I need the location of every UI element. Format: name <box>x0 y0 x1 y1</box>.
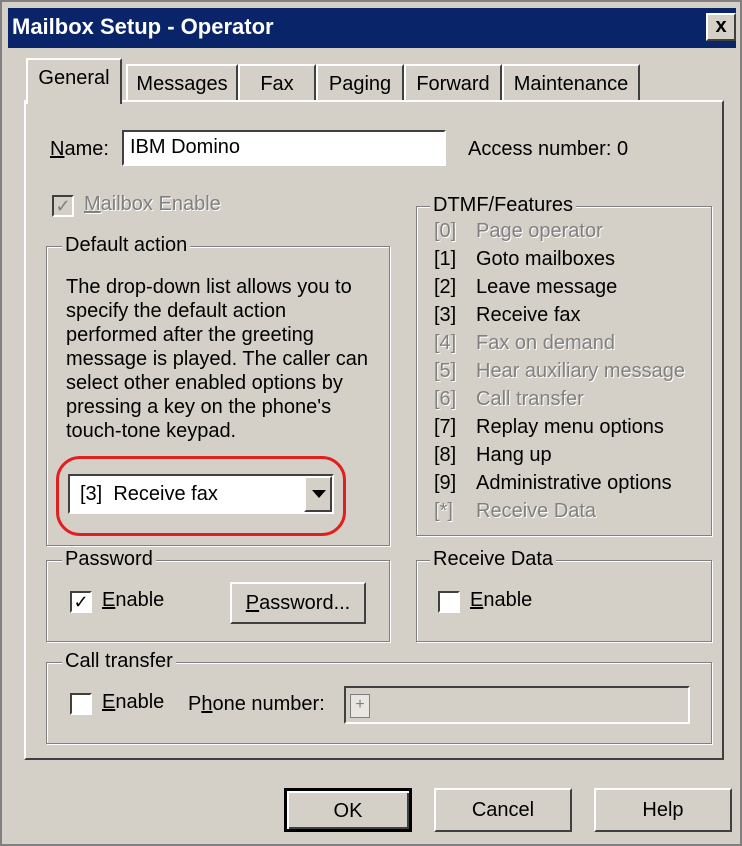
dtmf-label: Call transfer <box>476 388 584 410</box>
dtmf-label: Goto mailboxes <box>476 248 615 270</box>
cancel-button[interactable]: Cancel <box>434 788 572 832</box>
default-action-description-2: specify the default action <box>66 300 287 322</box>
dtmf-item: [5] Hear auxiliary message <box>434 360 685 383</box>
receive-data-group-label: Receive Data <box>430 548 557 571</box>
tab-fax[interactable]: Fax <box>238 64 316 102</box>
tab-messages[interactable]: Messages <box>126 64 238 102</box>
dtmf-label: Hear auxiliary message <box>476 360 685 382</box>
call-transfer-group-label: Call transfer <box>62 650 176 673</box>
dtmf-label: Leave message <box>476 276 618 298</box>
receive-data-enable-checkbox[interactable] <box>438 591 460 613</box>
plus-icon: + <box>350 694 370 718</box>
title-bar: Mailbox Setup - Operator x <box>8 8 736 48</box>
default-action-description-1: The drop-down list allows you to <box>66 276 352 298</box>
dtmf-label: Replay menu options <box>476 416 664 438</box>
dtmf-key: [8] <box>434 444 457 466</box>
dtmf-item: [6] Call transfer <box>434 388 584 411</box>
mailbox-enable-label: Mailbox Enable <box>84 193 221 215</box>
dtmf-label: Hang up <box>476 444 552 466</box>
dtmf-item: [4] Fax on demand <box>434 332 615 355</box>
dtmf-item: [9] Administrative options <box>434 472 672 495</box>
dtmf-key: [1] <box>434 248 457 270</box>
help-button[interactable]: Help <box>594 788 732 832</box>
access-number: Access number: 0 <box>468 138 629 160</box>
default-action-description-6: pressing a key on the phone's <box>66 396 332 418</box>
close-button[interactable]: x <box>706 13 736 41</box>
dtmf-key: [2] <box>434 276 457 298</box>
default-action-description-3: performed after the greeting <box>66 324 314 346</box>
call-transfer-enable-checkbox[interactable] <box>70 693 92 715</box>
window-title: Mailbox Setup - Operator <box>12 14 274 39</box>
mailbox-setup-dialog: Mailbox Setup - Operator x General Messa… <box>0 0 742 846</box>
password-enable-checkbox[interactable]: ✓ <box>70 591 92 613</box>
dtmf-item: [*] Receive Data <box>434 500 596 523</box>
dtmf-item: [3] Receive fax <box>434 304 581 327</box>
dtmf-key: [9] <box>434 472 457 494</box>
dtmf-label: Receive Data <box>476 500 597 522</box>
dtmf-item: [0] Page operator <box>434 220 603 243</box>
dtmf-item: [1] Goto mailboxes <box>434 248 615 271</box>
dtmf-label: Page operator <box>476 220 603 242</box>
password-button[interactable]: Password... <box>230 582 366 624</box>
name-input[interactable]: IBM Domino <box>122 130 446 166</box>
chevron-down-icon[interactable] <box>304 476 332 512</box>
default-action-description-5: select other enabled options by <box>66 372 343 394</box>
mailbox-enable-checkbox[interactable]: ✓ <box>52 195 74 217</box>
ok-button[interactable]: OK <box>284 788 412 832</box>
default-action-description-7: touch-tone keypad. <box>66 420 237 442</box>
default-action-dropdown[interactable]: [3] Receive fax <box>68 474 334 514</box>
dtmf-item: [2] Leave message <box>434 276 617 299</box>
receive-data-enable-label: Enable <box>470 589 533 611</box>
password-group-label: Password <box>62 548 156 571</box>
name-label: Name: <box>50 138 109 160</box>
default-action-selected: [3] Receive fax <box>80 483 218 505</box>
dtmf-key: [3] <box>434 304 457 326</box>
dtmf-features-group-label: DTMF/Features <box>430 194 577 217</box>
default-action-group-label: Default action <box>62 234 191 257</box>
dtmf-item: [7] Replay menu options <box>434 416 664 439</box>
dtmf-item: [8] Hang up <box>434 444 552 467</box>
tab-forward[interactable]: Forward <box>404 64 502 102</box>
dtmf-key: [0] <box>434 220 457 242</box>
phone-number-label: Phone number: <box>188 693 325 715</box>
dtmf-label: Receive fax <box>476 304 581 326</box>
dtmf-key: [*] <box>434 500 453 522</box>
tab-maintenance[interactable]: Maintenance <box>502 64 640 102</box>
receive-data-group <box>416 560 712 642</box>
dtmf-label: Fax on demand <box>476 332 615 354</box>
dtmf-key: [5] <box>434 360 457 382</box>
dtmf-key: [7] <box>434 416 457 438</box>
call-transfer-enable-label: Enable <box>102 691 165 713</box>
default-action-description-4: message is played. The caller can <box>66 348 369 370</box>
tab-general[interactable]: General <box>26 58 122 104</box>
dtmf-key: [4] <box>434 332 457 354</box>
dtmf-label: Administrative options <box>476 472 672 494</box>
password-enable-label: Enable <box>102 589 165 611</box>
dtmf-key: [6] <box>434 388 457 410</box>
phone-number-field[interactable]: + <box>344 686 690 724</box>
tab-paging[interactable]: Paging <box>316 64 404 102</box>
